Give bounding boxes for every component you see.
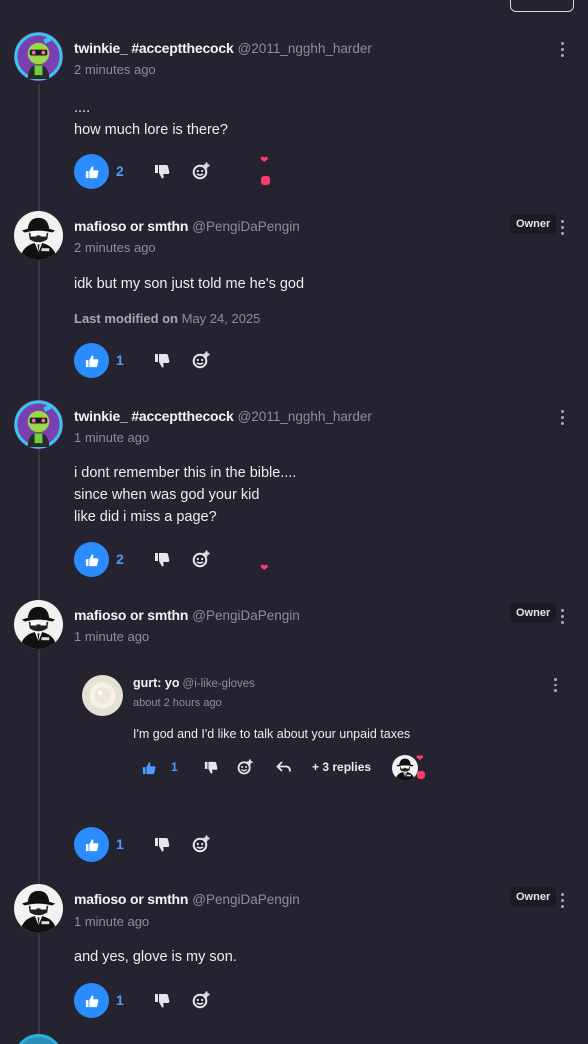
- thumbs-down-icon[interactable]: [154, 837, 170, 853]
- last-modified-label: Last modified on: [74, 311, 178, 326]
- more-options-icon[interactable]: [561, 220, 565, 238]
- like-button[interactable]: [74, 827, 109, 862]
- like-button[interactable]: [74, 154, 109, 189]
- like-count: 2: [116, 551, 124, 567]
- author-name[interactable]: mafioso or smthn: [74, 891, 188, 907]
- more-options-icon[interactable]: [561, 609, 565, 627]
- add-reaction-icon[interactable]: [192, 550, 210, 568]
- author-handle: @2011_ngghh_harder: [237, 409, 372, 424]
- reaction-badge: [261, 176, 270, 185]
- thumbs-down-icon[interactable]: [204, 761, 218, 775]
- timestamp: 1 minute ago: [74, 430, 150, 445]
- comment-actions: 2 ❤: [74, 154, 574, 190]
- heart-icon: ❤: [260, 155, 269, 166]
- author-name[interactable]: twinkie_ #acceptthecock: [74, 408, 234, 424]
- owner-badge: Owner: [510, 214, 557, 234]
- reply-icon[interactable]: [276, 760, 292, 774]
- avatar[interactable]: [14, 32, 63, 81]
- timestamp: 1 minute ago: [74, 914, 150, 929]
- reply-actions: 1 + 3 replies ❤: [142, 753, 562, 781]
- comment-text: .... how much lore is there?: [74, 100, 228, 138]
- author-handle: @2011_ngghh_harder: [237, 41, 372, 56]
- author-handle: @PengiDaPengin: [192, 608, 300, 623]
- like-count: 1: [116, 992, 124, 1008]
- comment-header: mafioso or smthn @PengiDaPengin: [74, 218, 300, 234]
- more-options-icon[interactable]: [554, 678, 557, 695]
- thumbs-down-icon[interactable]: [154, 993, 170, 1009]
- comment-actions: 1: [74, 827, 574, 863]
- add-reaction-icon[interactable]: [192, 835, 210, 853]
- thumbs-down-icon[interactable]: [154, 552, 170, 568]
- like-button[interactable]: [74, 983, 109, 1018]
- heart-icon: ❤: [260, 563, 269, 574]
- author-handle: @PengiDaPengin: [192, 219, 300, 234]
- comment-header: mafioso or smthn @PengiDaPengin: [74, 607, 300, 623]
- last-modified-date: May 24, 2025: [181, 311, 261, 326]
- like-count: 2: [116, 163, 124, 179]
- author-handle: @i-like-gloves: [182, 678, 255, 690]
- more-options-icon[interactable]: [561, 410, 565, 428]
- reaction-avatar[interactable]: [392, 755, 418, 781]
- thumbs-down-icon[interactable]: [154, 164, 170, 180]
- thumbs-up-icon[interactable]: [142, 761, 156, 775]
- view-replies-link[interactable]: + 3 replies: [312, 760, 371, 774]
- like-count: 1: [171, 760, 178, 774]
- last-modified: Last modified on May 24, 2025: [74, 311, 260, 326]
- avatar[interactable]: [14, 884, 63, 933]
- owner-badge: Owner: [510, 603, 557, 623]
- author-name[interactable]: gurt: yo: [133, 676, 180, 690]
- like-count: 1: [116, 836, 124, 852]
- like-button[interactable]: [74, 542, 109, 577]
- add-reaction-icon[interactable]: [192, 991, 210, 1009]
- owner-badge: Owner: [510, 887, 557, 907]
- reply-text: I'm god and I'd like to talk about your …: [133, 727, 411, 741]
- reaction-badge: [417, 771, 425, 779]
- comment-header: twinkie_ #acceptthecock @2011_ngghh_harde…: [74, 40, 372, 56]
- author-name[interactable]: mafioso or smthn: [74, 607, 188, 623]
- avatar[interactable]: [82, 675, 123, 716]
- add-reaction-icon[interactable]: [192, 351, 210, 369]
- timestamp: 1 minute ago: [74, 629, 150, 644]
- timestamp: 2 minutes ago: [74, 240, 156, 255]
- author-name[interactable]: twinkie_ #acceptthecock: [74, 40, 234, 56]
- top-outline-button[interactable]: [510, 0, 574, 12]
- reply-header: gurt: yo @i-like-gloves: [133, 676, 255, 690]
- comment-actions: 2 ❤: [74, 542, 574, 578]
- avatar[interactable]: [14, 1034, 63, 1044]
- author-name[interactable]: mafioso or smthn: [74, 218, 188, 234]
- timestamp: 2 minutes ago: [74, 62, 156, 77]
- author-handle: @PengiDaPengin: [192, 892, 300, 907]
- add-reaction-icon[interactable]: [237, 759, 253, 775]
- comment-text: i dont remember this in the bible.... si…: [74, 465, 297, 525]
- avatar[interactable]: [14, 400, 63, 449]
- comment-actions: 1: [74, 343, 574, 379]
- add-reaction-icon[interactable]: [192, 162, 210, 180]
- more-options-icon[interactable]: [561, 893, 565, 911]
- like-button[interactable]: [74, 343, 109, 378]
- comment-text: idk but my son just told me he's god: [74, 276, 305, 292]
- avatar[interactable]: [14, 211, 63, 260]
- thumbs-down-icon[interactable]: [154, 353, 170, 369]
- heart-icon: ❤: [416, 753, 424, 763]
- avatar[interactable]: [14, 600, 63, 649]
- timestamp: about 2 hours ago: [133, 697, 222, 709]
- comment-text: and yes, glove is my son.: [74, 949, 237, 965]
- like-count: 1: [116, 352, 124, 368]
- comment-header: twinkie_ #acceptthecock @2011_ngghh_harde…: [74, 408, 372, 424]
- comment-actions: 1: [74, 983, 574, 1019]
- more-options-icon[interactable]: [561, 42, 565, 60]
- comment-header: mafioso or smthn @PengiDaPengin: [74, 891, 300, 907]
